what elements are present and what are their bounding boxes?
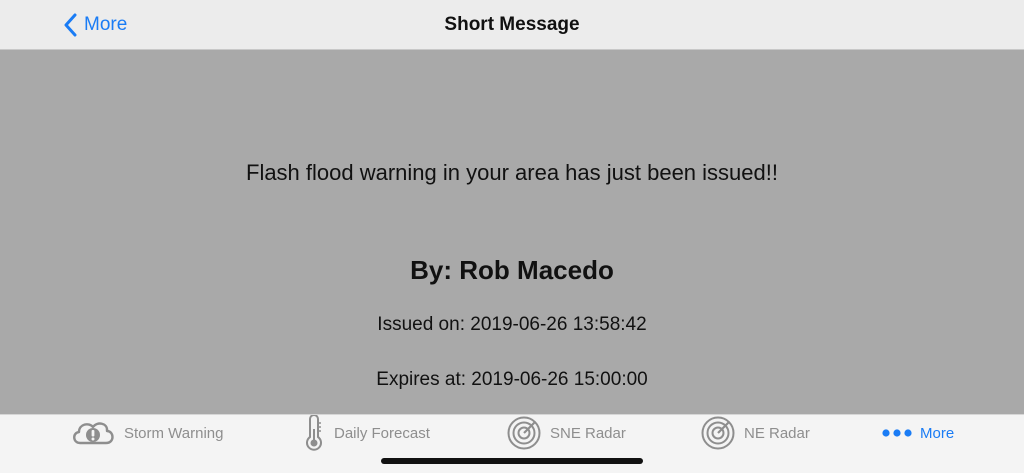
tab-label: SNE Radar — [550, 424, 626, 442]
tab-label: Daily Forecast — [334, 424, 430, 442]
issued-timestamp: Issued on: 2019-06-26 13:58:42 — [377, 314, 647, 335]
screen: More Short Message Flash flood warning i… — [0, 0, 1024, 473]
tab-daily-forecast[interactable]: Daily Forecast — [302, 415, 430, 451]
tab-label: Storm Warning — [124, 424, 224, 442]
storm-warning-icon — [73, 422, 114, 445]
tab-sne-radar[interactable]: SNE Radar — [506, 415, 626, 451]
tab-storm-warning[interactable]: Storm Warning — [70, 415, 223, 451]
message-content: Flash flood warning in your area has jus… — [0, 50, 1024, 414]
tab-label: NE Radar — [744, 424, 810, 442]
thermometer-icon — [306, 415, 322, 451]
tab-more[interactable]: More — [882, 415, 954, 451]
page-title: Short Message — [444, 14, 580, 35]
radar-icon — [507, 416, 541, 450]
message-author: By: Rob Macedo — [410, 255, 614, 285]
home-indicator — [381, 458, 643, 464]
expires-timestamp: Expires at: 2019-06-26 15:00:00 — [376, 369, 648, 390]
tab-ne-radar[interactable]: NE Radar — [700, 415, 810, 451]
navigation-bar: More Short Message — [0, 0, 1024, 50]
message-text: Flash flood warning in your area has jus… — [246, 160, 778, 185]
radar-icon — [701, 416, 735, 450]
tab-bar: Storm Warning Daily Forecast SNE Radar N… — [0, 414, 1024, 473]
more-dots-icon — [882, 429, 912, 437]
tab-label: More — [920, 424, 955, 442]
